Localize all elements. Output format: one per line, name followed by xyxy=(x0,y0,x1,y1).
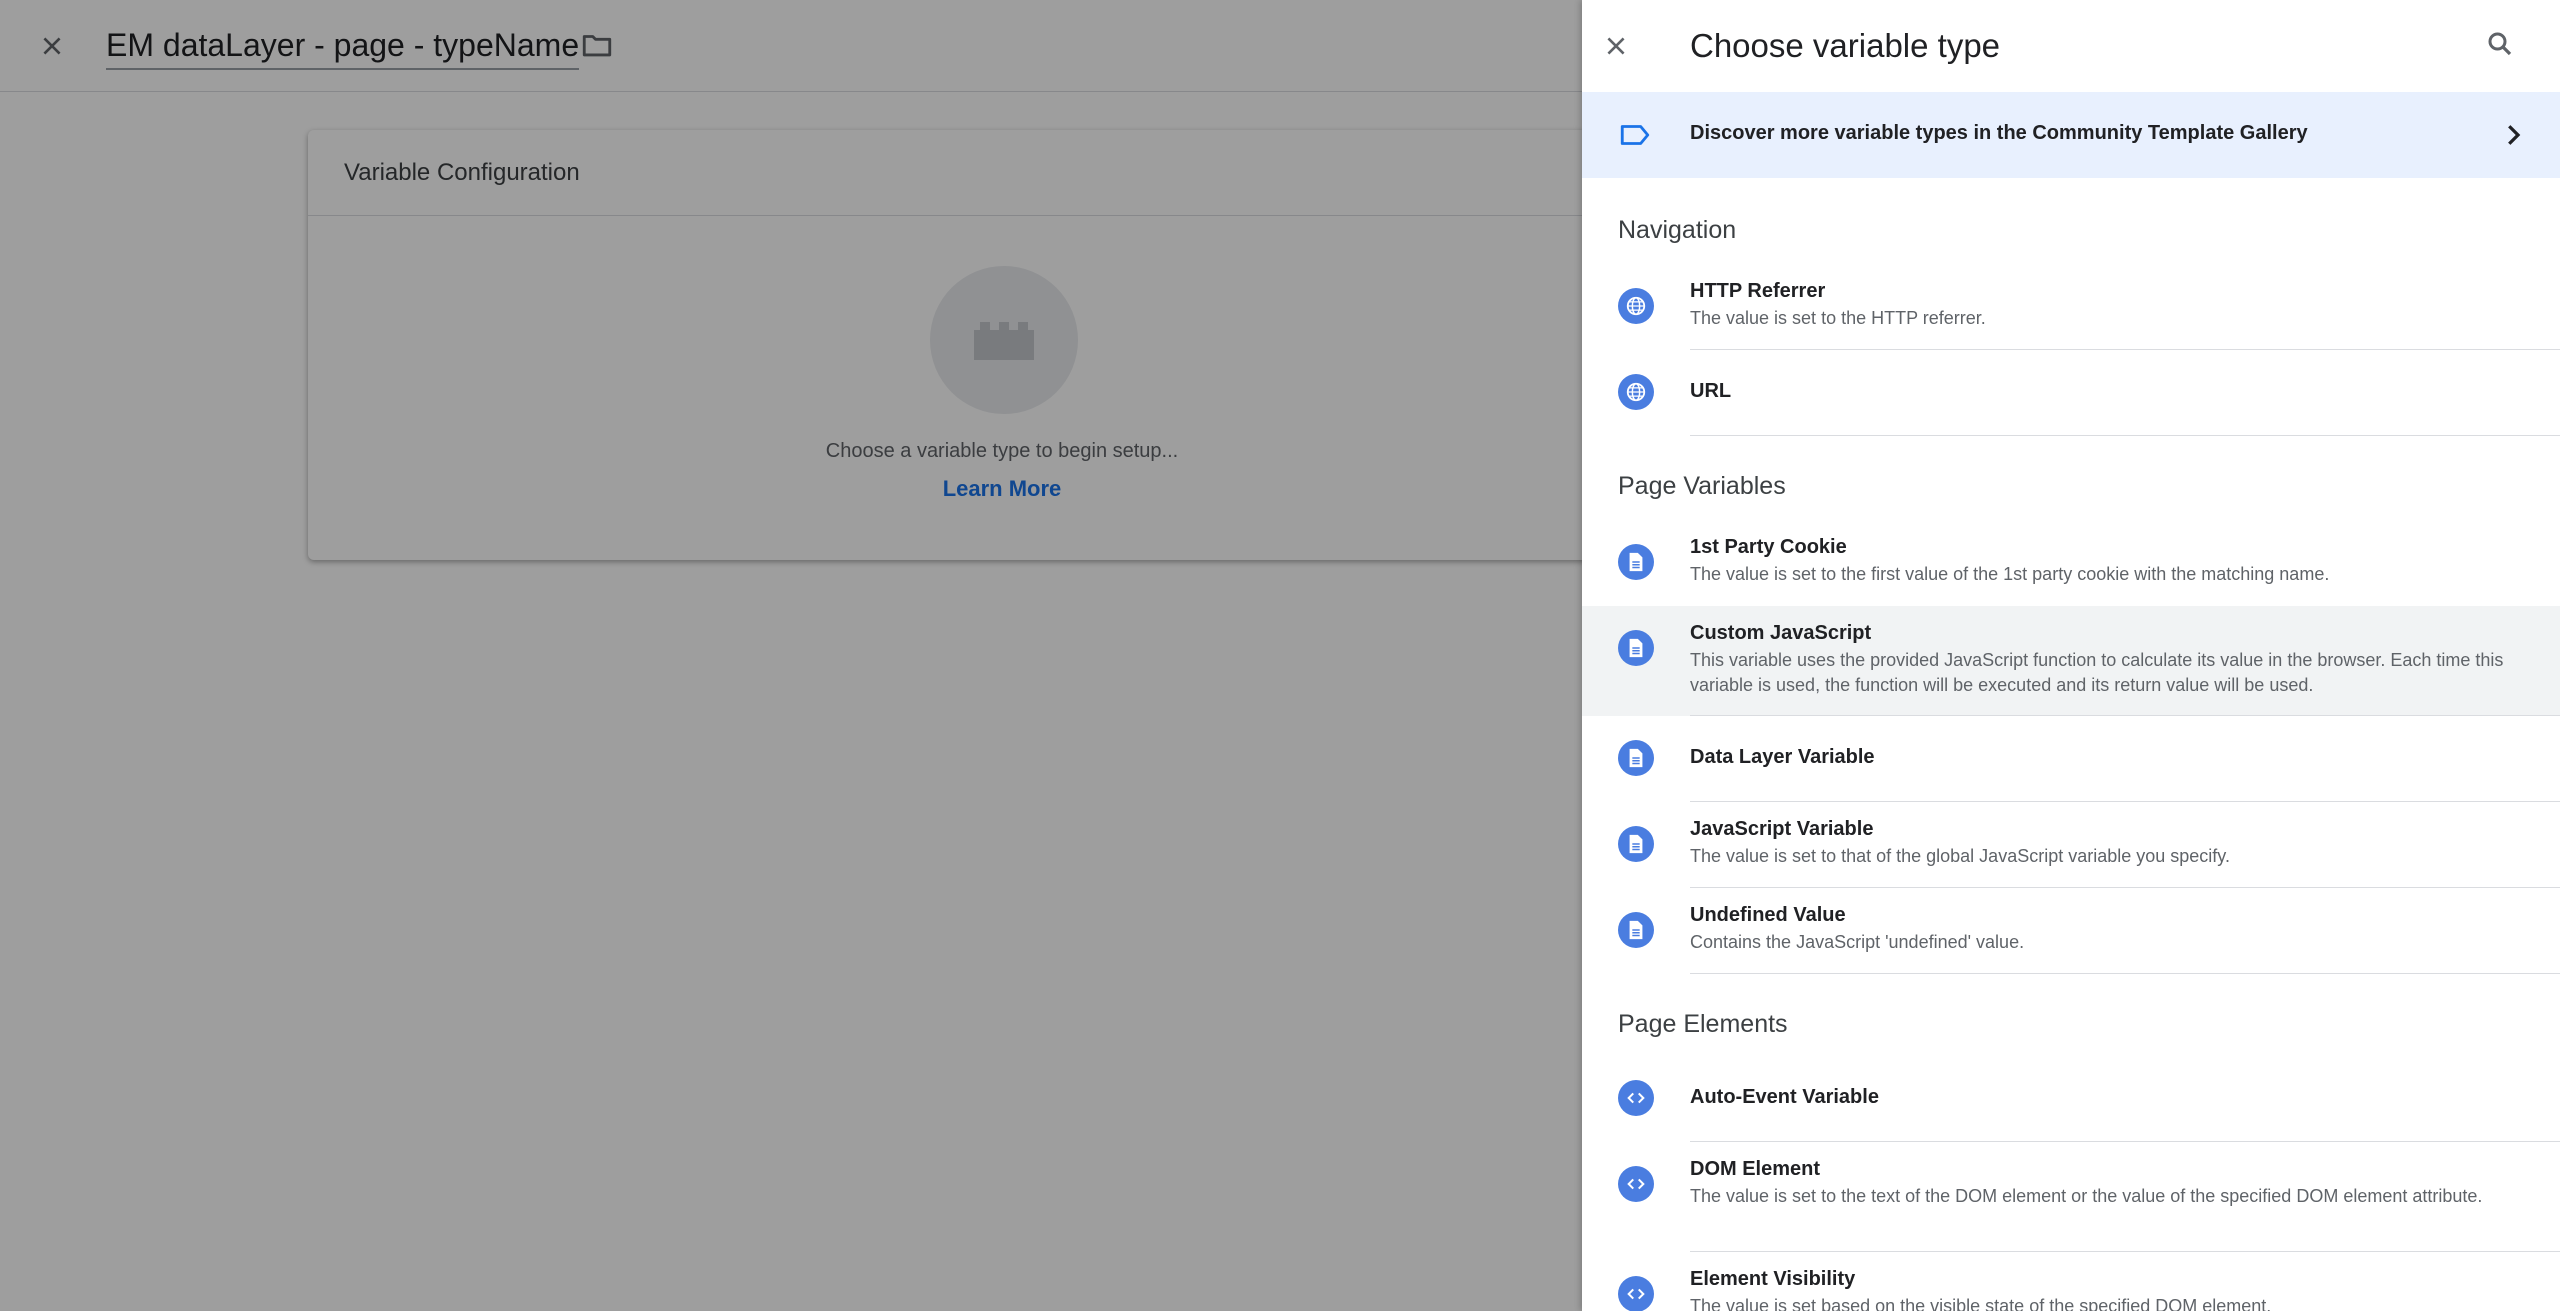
close-icon xyxy=(1607,37,1625,55)
variable-type-1st-party-cookie[interactable]: 1st Party Cookie The value is set to the… xyxy=(1582,520,2560,606)
code-icon xyxy=(1618,1166,1654,1202)
search-icon xyxy=(2488,32,2512,56)
choose-variable-type-panel: Choose variable type Discover more varia… xyxy=(1582,0,2560,1311)
item-name: HTTP Referrer xyxy=(1690,280,1826,302)
close-panel-button[interactable] xyxy=(1596,26,1636,66)
variable-type-auto-event-variable[interactable]: Auto-Event Variable xyxy=(1582,1056,2560,1142)
divider xyxy=(1690,435,2560,436)
item-name: Custom JavaScript xyxy=(1690,622,1872,644)
variable-type-http-referrer[interactable]: HTTP Referrer The value is set to the HT… xyxy=(1582,264,2560,350)
variable-type-dom-element[interactable]: DOM Element The value is set to the text… xyxy=(1582,1142,2560,1252)
document-icon xyxy=(1618,912,1654,948)
gallery-text: Discover more variable types in the Comm… xyxy=(1690,122,2308,144)
variable-type-element-visibility[interactable]: Element Visibility The value is set base… xyxy=(1582,1252,2560,1311)
code-icon xyxy=(1618,1080,1654,1116)
variable-type-url[interactable]: URL xyxy=(1582,350,2560,436)
globe-icon xyxy=(1618,374,1654,410)
item-description: The value is set to the HTTP referrer. xyxy=(1690,308,1986,328)
label-tag-icon xyxy=(1620,125,1650,145)
panel-header: Choose variable type xyxy=(1582,0,2560,92)
code-icon xyxy=(1618,1276,1654,1311)
variable-type-javascript-variable[interactable]: JavaScript Variable The value is set to … xyxy=(1582,802,2560,888)
globe-icon xyxy=(1618,288,1654,324)
item-name: DOM Element xyxy=(1690,1158,1821,1180)
document-icon xyxy=(1618,826,1654,862)
item-name: Auto-Event Variable xyxy=(1690,1086,1879,1108)
search-button[interactable] xyxy=(2480,24,2520,64)
item-name: JavaScript Variable xyxy=(1690,818,1874,840)
item-name: URL xyxy=(1690,380,1732,402)
item-name: Data Layer Variable xyxy=(1690,746,1875,768)
divider xyxy=(1690,973,2560,974)
section-title-navigation: Navigation xyxy=(1618,216,1737,244)
item-description: Contains the JavaScript 'undefined' valu… xyxy=(1690,932,2025,952)
document-icon xyxy=(1618,544,1654,580)
document-icon xyxy=(1618,630,1654,666)
community-gallery-link[interactable]: Discover more variable types in the Comm… xyxy=(1582,92,2560,178)
item-name: Undefined Value xyxy=(1690,904,1846,926)
chevron-right-icon xyxy=(2508,125,2521,145)
document-icon xyxy=(1618,740,1654,776)
panel-title: Choose variable type xyxy=(1690,27,2001,64)
variable-type-custom-javascript[interactable]: Custom JavaScript This variable uses the… xyxy=(1582,606,2560,716)
item-name: 1st Party Cookie xyxy=(1690,536,1847,558)
section-title-page-elements: Page Elements xyxy=(1618,1010,1788,1038)
item-description: This variable uses the provided JavaScri… xyxy=(1690,650,2504,695)
section-title-page-variables: Page Variables xyxy=(1618,472,1786,500)
item-description: The value is set to the text of the DOM … xyxy=(1690,1186,2483,1206)
item-description: The value is set to the first value of t… xyxy=(1690,564,2330,584)
item-description: The value is set to that of the global J… xyxy=(1690,846,2230,866)
item-name: Element Visibility xyxy=(1690,1268,1856,1290)
variable-type-undefined-value[interactable]: Undefined Value Contains the JavaScript … xyxy=(1582,888,2560,974)
item-description: The value is set based on the visible st… xyxy=(1690,1296,2272,1311)
variable-type-data-layer-variable[interactable]: Data Layer Variable xyxy=(1582,716,2560,802)
